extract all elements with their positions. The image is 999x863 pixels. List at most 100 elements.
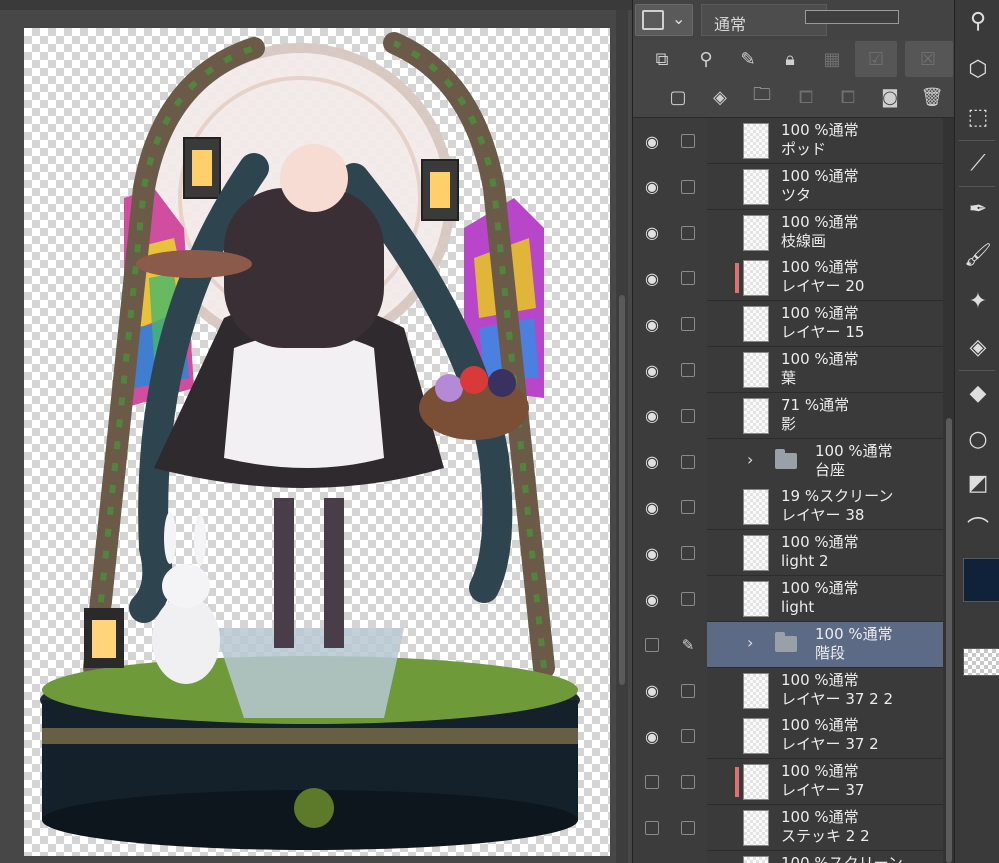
layer-row[interactable]: ◉ 100 %通常 レイヤー 37 2	[633, 713, 943, 760]
lock-transparent-icon[interactable]: ▦	[819, 46, 845, 72]
layer-edit-toggle[interactable]	[671, 850, 705, 863]
new-raster-layer-icon[interactable]: ▢	[665, 84, 691, 110]
visibility-toggle[interactable]: ◉	[633, 347, 671, 393]
layer-row[interactable]: ◉ 100 %スクリーン	[633, 850, 943, 863]
layer-color-button[interactable]: ⌄	[635, 4, 693, 36]
object-select-icon[interactable]: ⬡	[961, 52, 995, 86]
create-mask-icon[interactable]: ◙	[877, 84, 903, 110]
visibility-toggle[interactable]: ◉	[633, 392, 671, 439]
visibility-toggle[interactable]: ◉	[633, 667, 671, 714]
artwork-canvas[interactable]	[24, 28, 610, 856]
lasso-fill-icon[interactable]: ⌒	[961, 510, 995, 544]
layer-edit-toggle[interactable]	[671, 713, 705, 760]
layer-row-body[interactable]: 19 %スクリーン レイヤー 38	[707, 484, 943, 531]
chevron-right-icon[interactable]: ›	[747, 633, 753, 652]
visibility-toggle[interactable]: ◉	[633, 209, 671, 256]
layer-row-body[interactable]: 71 %通常影	[707, 392, 943, 439]
visibility-toggle[interactable]: ◉	[633, 255, 671, 302]
layer-edit-toggle[interactable]	[671, 759, 705, 806]
visibility-toggle[interactable]: ◉	[633, 484, 671, 531]
visibility-toggle[interactable]	[633, 759, 671, 806]
canvas-scroll-thumb[interactable]	[619, 295, 625, 685]
opacity-slider[interactable]	[805, 10, 899, 24]
transparent-color-swatch[interactable]	[963, 648, 999, 676]
copy-layer-icon[interactable]: ⧠	[793, 84, 819, 110]
visibility-toggle[interactable]: ◉	[633, 576, 671, 622]
layer-edit-toggle[interactable]	[671, 484, 705, 531]
layer-row[interactable]: ◉ 100 %通常 枝線画	[633, 209, 943, 256]
layer-edit-toggle[interactable]	[671, 301, 705, 348]
new-vector-layer-icon[interactable]: ◈	[707, 84, 733, 110]
layer-edit-toggle[interactable]	[671, 209, 705, 256]
layer-row-body[interactable]: 100 %通常 レイヤー 37 2 2	[707, 667, 943, 714]
visibility-toggle[interactable]: ◉	[633, 850, 671, 863]
draft-layer-icon[interactable]: ✎	[735, 46, 761, 72]
layer-row[interactable]: ◉ 100 %通常 レイヤー 20	[633, 255, 943, 302]
lock-layer-icon[interactable]: 🔒︎	[777, 46, 803, 72]
layer-edit-toggle[interactable]	[671, 255, 705, 302]
layer-row-body[interactable]: 100 %通常 レイヤー 37 2	[707, 713, 943, 760]
merge-down-icon[interactable]: ⧠	[835, 84, 861, 110]
delete-layer-icon[interactable]: 🗑︎	[919, 84, 945, 110]
layer-row[interactable]: ◉ 100 %通常 light 2	[633, 530, 943, 577]
layer-row[interactable]: ◉ 19 %スクリーン レイヤー 38	[633, 484, 943, 531]
layer-folder-row[interactable]: ◉ › 100 %通常 台座	[633, 438, 943, 485]
visibility-toggle[interactable]: ◉	[633, 438, 671, 485]
layer-row-body[interactable]: 100 %通常 light	[707, 576, 943, 622]
layer-row-body[interactable]: 100 %通常 レイヤー 37	[707, 759, 943, 806]
layer-row[interactable]: 100 %通常 ステッキ 2 2	[633, 805, 943, 851]
layer-row[interactable]: ◉ 100 %通常 ツタ	[633, 163, 943, 210]
visibility-toggle[interactable]: ◉	[633, 163, 671, 210]
layer-row-body[interactable]: › 100 %通常 階段	[707, 621, 943, 668]
canvas-area[interactable]	[0, 0, 632, 863]
visibility-toggle[interactable]: ◉	[633, 530, 671, 577]
layer-edit-toggle[interactable]	[671, 347, 705, 393]
layer-scroll-thumb[interactable]	[946, 418, 952, 863]
eyedropper-icon[interactable]: ⟋	[961, 146, 995, 180]
layer-row-body[interactable]: 100 %通常 レイヤー 15	[707, 301, 943, 348]
clip-to-layer-below-icon[interactable]: ⧉	[649, 46, 675, 72]
layer-row[interactable]: ◉ 100 %通常 レイヤー 15	[633, 301, 943, 348]
visibility-toggle[interactable]	[633, 805, 671, 851]
layer-row-body[interactable]: 100 %通常 ポッド	[707, 118, 943, 164]
layer-row[interactable]: ◉ 71 %通常影	[633, 392, 943, 439]
marquee-select-icon[interactable]: ⬚	[961, 100, 995, 134]
layer-row[interactable]: 100 %通常 レイヤー 37	[633, 759, 943, 806]
visibility-toggle[interactable]	[633, 621, 671, 668]
gradient-icon[interactable]: ◩	[961, 466, 995, 500]
layer-edit-toggle[interactable]	[671, 530, 705, 577]
airbrush-icon[interactable]: ✦	[961, 284, 995, 318]
layer-edit-toggle[interactable]	[671, 576, 705, 622]
ellipse-icon[interactable]: ○	[961, 422, 995, 456]
new-folder-icon[interactable]: 🗀︎	[749, 84, 775, 110]
layer-edit-toggle[interactable]	[671, 805, 705, 851]
reference-layer-icon[interactable]: ⚲	[693, 46, 719, 72]
layer-edit-toggle[interactable]	[671, 438, 705, 485]
layer-edit-toggle[interactable]: ✎	[671, 621, 705, 668]
layer-edit-toggle[interactable]	[671, 392, 705, 439]
layer-edit-toggle[interactable]	[671, 118, 705, 164]
main-color-swatch[interactable]	[963, 558, 999, 602]
layer-row-body[interactable]: 100 %通常 レイヤー 20	[707, 255, 943, 302]
layer-row-body[interactable]: › 100 %通常 台座	[707, 438, 943, 485]
zoom-icon[interactable]: ⚲	[961, 4, 995, 38]
eraser-icon[interactable]: ◈	[961, 330, 995, 364]
layer-row[interactable]: ◉ 100 %通常 ポッド	[633, 118, 943, 164]
pen-icon[interactable]: ✒	[961, 192, 995, 226]
layer-row-body[interactable]: 100 %スクリーン	[707, 850, 943, 863]
layer-row-body[interactable]: 100 %通常 枝線画	[707, 209, 943, 256]
layer-row-body[interactable]: 100 %通常 light 2	[707, 530, 943, 577]
fill-icon[interactable]: ◆	[961, 376, 995, 410]
layer-list[interactable]: ◉ 100 %通常 ポッド ◉ 100 %通常 ツタ ◉ 100 %通常 枝線画 ◉ 100 %通常…	[633, 118, 943, 863]
layer-row[interactable]: ◉ 100 %通常 light	[633, 576, 943, 622]
brush-icon[interactable]: 🖌︎	[961, 238, 995, 272]
layer-folder-row[interactable]: ✎ › 100 %通常 階段	[633, 621, 943, 668]
visibility-toggle[interactable]: ◉	[633, 713, 671, 760]
layer-row-body[interactable]: 100 %通常 ツタ	[707, 163, 943, 210]
layer-row-body[interactable]: 100 %通常葉	[707, 347, 943, 393]
layer-row-body[interactable]: 100 %通常 ステッキ 2 2	[707, 805, 943, 851]
visibility-toggle[interactable]: ◉	[633, 118, 671, 164]
layer-edit-toggle[interactable]	[671, 163, 705, 210]
chevron-right-icon[interactable]: ›	[747, 450, 753, 469]
visibility-toggle[interactable]: ◉	[633, 301, 671, 348]
